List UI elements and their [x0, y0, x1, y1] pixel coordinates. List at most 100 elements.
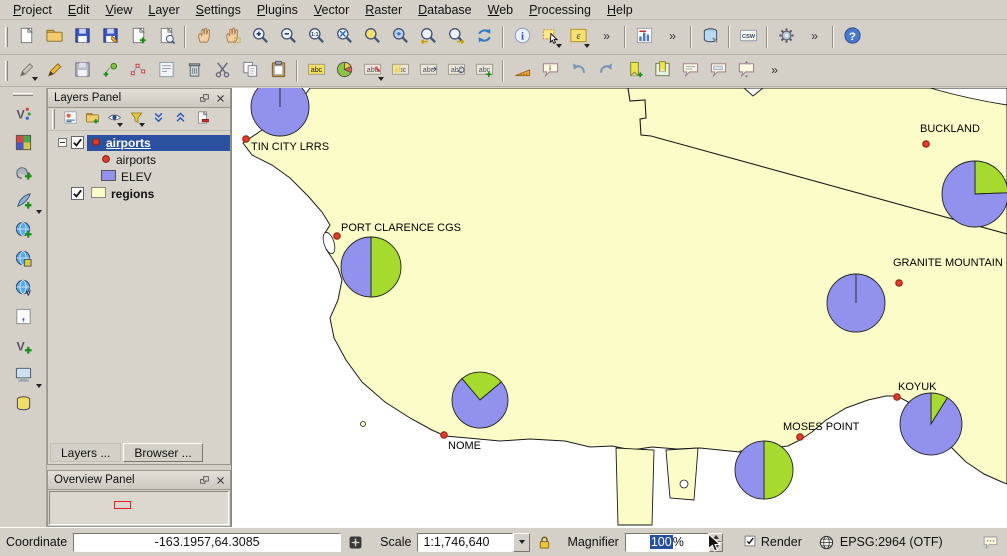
layer-labeling-button[interactable]: abc — [302, 57, 330, 84]
overflow-button[interactable]: » — [800, 24, 828, 51]
map-tips-button[interactable]: i — [536, 57, 564, 84]
pan-to-selection-button[interactable] — [218, 24, 246, 51]
layer-row-regions[interactable]: regions — [48, 185, 230, 202]
toolbar-grip[interactable] — [13, 93, 33, 96]
select-by-expression-button[interactable]: ε — [564, 24, 592, 51]
toggle-editing-button[interactable] — [40, 57, 68, 84]
delete-selected-button[interactable] — [180, 57, 208, 84]
form-annotation-button[interactable] — [704, 57, 732, 84]
add-raster-layer-button[interactable] — [3, 129, 43, 158]
copy-features-button[interactable] — [236, 57, 264, 84]
measure-angle-button[interactable] — [508, 57, 536, 84]
zoom-out-button[interactable] — [274, 24, 302, 51]
add-wfs-layer-button[interactable]: V — [3, 274, 43, 303]
close-panel-icon[interactable] — [213, 91, 227, 105]
identify-features-button[interactable]: i — [508, 24, 536, 51]
add-oracle-layer-button[interactable] — [3, 390, 43, 419]
refresh-map-button[interactable] — [470, 24, 498, 51]
spin-up-button[interactable] — [709, 533, 723, 543]
map-canvas[interactable]: TIN CITY LRRSPORT CLARENCE CGSNOMEBUCKLA… — [232, 88, 1007, 527]
spin-down-button[interactable] — [709, 542, 723, 552]
float-panel-icon[interactable] — [197, 91, 211, 105]
crs-indicator[interactable]: EPSG:2964 (OTF) — [818, 534, 943, 551]
statistical-summary-button[interactable] — [630, 24, 658, 51]
zoom-to-layer-button[interactable] — [386, 24, 414, 51]
add-postgis-layer-button[interactable] — [3, 158, 43, 187]
menu-help[interactable]: Help — [599, 1, 641, 19]
chevron-down-icon[interactable] — [32, 77, 38, 81]
manage-map-themes-button[interactable] — [103, 109, 125, 130]
overflow-button[interactable]: » — [760, 57, 788, 84]
chevron-down-icon[interactable] — [556, 44, 562, 48]
current-edits-button[interactable] — [12, 57, 40, 84]
highlight-labels-button[interactable]: abc — [386, 57, 414, 84]
layer-row-airports[interactable]: airports — [48, 151, 230, 168]
layer-visibility-checkbox[interactable] — [71, 136, 87, 149]
layout-manager-button[interactable] — [152, 24, 180, 51]
chevron-down-icon[interactable] — [139, 123, 145, 127]
scale-dropdown-button[interactable] — [513, 533, 530, 552]
scale-combo[interactable]: 1:1,746,640 — [417, 533, 530, 552]
move-label-button[interactable]: abc — [414, 57, 442, 84]
menu-view[interactable]: View — [97, 1, 140, 19]
overview-map[interactable] — [49, 491, 229, 525]
add-group-button[interactable] — [81, 109, 103, 130]
add-wcs-layer-button[interactable] — [3, 245, 43, 274]
menu-database[interactable]: Database — [410, 1, 480, 19]
layer-visibility-checkbox[interactable] — [71, 187, 87, 200]
render-checkbox[interactable]: Render — [743, 534, 802, 551]
tab-layers[interactable]: Layers ... — [50, 443, 121, 462]
text-annotation-button[interactable] — [676, 57, 704, 84]
menu-settings[interactable]: Settings — [188, 1, 249, 19]
open-project-button[interactable] — [40, 24, 68, 51]
expander-icon[interactable] — [58, 138, 71, 147]
help-contents-button[interactable]: ? — [838, 24, 866, 51]
magnifier-spinbox[interactable]: 100% — [625, 533, 723, 552]
zoom-full-button[interactable] — [330, 24, 358, 51]
add-feature-button[interactable] — [96, 57, 124, 84]
filter-legend-button[interactable] — [125, 109, 147, 130]
cut-features-button[interactable] — [208, 57, 236, 84]
add-spatialite-layer-button[interactable] — [3, 187, 43, 216]
add-wms-layer-button[interactable] — [3, 216, 43, 245]
extents-capture-icon[interactable] — [347, 534, 364, 551]
change-label-button[interactable]: abc — [470, 57, 498, 84]
new-print-layout-button[interactable] — [124, 24, 152, 51]
save-project-button[interactable] — [68, 24, 96, 51]
add-delimited-text-layer-button[interactable]: , — [3, 303, 43, 332]
select-features-button[interactable] — [536, 24, 564, 51]
pan-map-button[interactable] — [190, 24, 218, 51]
layer-diagram-button[interactable] — [330, 57, 358, 84]
toolbar-grip[interactable] — [52, 109, 55, 129]
add-vector-layer-button[interactable]: V — [3, 100, 43, 129]
multiedit-attributes-button[interactable] — [152, 57, 180, 84]
show-bookmarks-button[interactable] — [648, 57, 676, 84]
paste-features-button[interactable] — [264, 57, 292, 84]
new-project-button[interactable] — [12, 24, 40, 51]
menu-layer[interactable]: Layer — [140, 1, 187, 19]
zoom-native-button[interactable]: 1:1 — [302, 24, 330, 51]
menu-processing[interactable]: Processing — [521, 1, 599, 19]
coordinate-input[interactable]: -163.1957,64.3085 — [73, 533, 341, 552]
float-panel-icon[interactable] — [197, 473, 211, 487]
pin-labels-button[interactable]: abc — [358, 57, 386, 84]
zoom-in-button[interactable] — [246, 24, 274, 51]
toolbar-grip[interactable] — [5, 27, 8, 47]
zoom-to-selection-button[interactable] — [358, 24, 386, 51]
zoom-next-button[interactable] — [442, 24, 470, 51]
open-layer-styling-button[interactable] — [59, 109, 81, 130]
menu-raster[interactable]: Raster — [357, 1, 410, 19]
menu-web[interactable]: Web — [480, 1, 521, 19]
close-panel-icon[interactable] — [213, 473, 227, 487]
tab-browser[interactable]: Browser ... — [123, 443, 202, 462]
chevron-down-icon[interactable] — [36, 384, 42, 388]
chevron-down-icon[interactable] — [117, 123, 123, 127]
menu-edit[interactable]: Edit — [60, 1, 98, 19]
collapse-all-button[interactable] — [169, 109, 191, 130]
move-annotation-button[interactable] — [732, 57, 760, 84]
save-project-as-button[interactable] — [96, 24, 124, 51]
layer-row-airports[interactable]: airports — [48, 134, 230, 151]
toolbar-grip[interactable] — [5, 61, 8, 81]
messages-balloon-icon[interactable] — [982, 534, 999, 551]
remove-layer-button[interactable] — [191, 109, 213, 130]
